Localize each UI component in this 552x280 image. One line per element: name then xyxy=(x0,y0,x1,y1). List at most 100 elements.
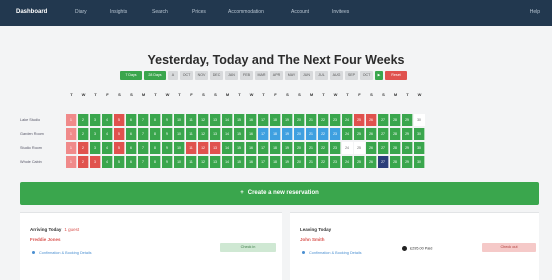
calendar-cell[interactable]: 12 xyxy=(198,142,209,154)
calendar-cell[interactable]: 27 xyxy=(378,128,389,140)
calendar-cell[interactable]: 10 xyxy=(174,142,185,154)
calendar-cell[interactable]: 15 xyxy=(234,114,245,126)
calendar-cell[interactable]: 8 xyxy=(150,156,161,168)
calendar-cell[interactable]: 9 xyxy=(162,114,173,126)
calendar-cell[interactable]: 24 xyxy=(342,114,353,126)
calendar-cell[interactable]: 3 xyxy=(90,114,101,126)
period-chip[interactable]: JAN xyxy=(225,71,238,80)
calendar-cell[interactable]: 2 xyxy=(78,156,89,168)
calendar-cell[interactable]: 13 xyxy=(210,114,221,126)
calendar-cell[interactable]: 9 xyxy=(162,128,173,140)
calendar-cell[interactable]: 29 xyxy=(402,114,413,126)
period-chip[interactable]: APR xyxy=(270,71,283,80)
calendar-cell[interactable]: 20 xyxy=(294,142,305,154)
calendar-cell[interactable]: 26 xyxy=(366,114,377,126)
calendar-cell[interactable]: 6 xyxy=(126,142,137,154)
calendar-cell[interactable]: 5 xyxy=(114,142,125,154)
period-chip[interactable]: FEB xyxy=(240,71,253,80)
calendar-cell[interactable]: 21 xyxy=(306,114,317,126)
calendar-cell[interactable]: 7 xyxy=(138,142,149,154)
calendar-cell[interactable]: 5 xyxy=(114,156,125,168)
calendar-cell[interactable]: 21 xyxy=(306,128,317,140)
calendar-cell[interactable]: 22 xyxy=(318,142,329,154)
calendar-cell[interactable]: 29 xyxy=(402,128,413,140)
calendar-cell[interactable]: 14 xyxy=(222,114,233,126)
period-chip[interactable]: 28 Days xyxy=(144,71,166,80)
calendar-cell[interactable]: 1 xyxy=(66,156,77,168)
calendar-cell[interactable]: 8 xyxy=(150,142,161,154)
calendar-cell[interactable]: 23 xyxy=(330,128,341,140)
calendar-cell[interactable]: 5 xyxy=(114,114,125,126)
period-chip[interactable]: DEC xyxy=(210,71,223,80)
calendar-cell[interactable]: 22 xyxy=(318,128,329,140)
calendar-cell[interactable]: 12 xyxy=(198,128,209,140)
calendar-cell[interactable]: 30 xyxy=(414,114,425,126)
calendar-cell[interactable]: 15 xyxy=(234,142,245,154)
calendar-cell[interactable]: 15 xyxy=(234,128,245,140)
calendar-cell[interactable]: 5 xyxy=(114,128,125,140)
check-out-button[interactable]: Check out xyxy=(482,243,536,252)
calendar-cell[interactable]: 10 xyxy=(174,128,185,140)
calendar-cell[interactable]: 17 xyxy=(258,128,269,140)
check-in-button[interactable]: Check in xyxy=(220,243,276,252)
period-chip[interactable]: A xyxy=(168,71,178,80)
calendar-cell[interactable]: 20 xyxy=(294,128,305,140)
calendar-cell[interactable]: 3 xyxy=(90,156,101,168)
calendar-cell[interactable]: 14 xyxy=(222,142,233,154)
calendar-cell[interactable]: 8 xyxy=(150,114,161,126)
calendar-cell[interactable]: 4 xyxy=(102,156,113,168)
nav-help[interactable]: Help xyxy=(530,9,540,15)
calendar-cell[interactable]: 10 xyxy=(174,114,185,126)
calendar-cell[interactable]: 13 xyxy=(210,128,221,140)
calendar-cell[interactable]: 24 xyxy=(342,128,353,140)
nav-item-account[interactable]: Account xyxy=(291,9,309,15)
leaving-details-link[interactable]: Confirmation & Booking Details xyxy=(302,251,362,255)
calendar-cell[interactable]: 12 xyxy=(198,114,209,126)
calendar-cell[interactable]: 1 xyxy=(66,114,77,126)
calendar-cell[interactable]: 22 xyxy=(318,114,329,126)
period-chip[interactable]: NOV xyxy=(195,71,208,80)
calendar-cell[interactable]: 13 xyxy=(210,142,221,154)
calendar-cell[interactable]: 11 xyxy=(186,128,197,140)
calendar-cell[interactable]: 29 xyxy=(402,142,413,154)
calendar-cell[interactable]: 17 xyxy=(258,156,269,168)
calendar-cell[interactable]: 28 xyxy=(390,128,401,140)
calendar-cell[interactable]: 25 xyxy=(354,156,365,168)
calendar-cell[interactable]: 27 xyxy=(378,142,389,154)
calendar-cell[interactable]: 4 xyxy=(102,114,113,126)
create-reservation-button[interactable]: + Create a new reservation xyxy=(20,182,539,205)
calendar-cell[interactable]: 2 xyxy=(78,128,89,140)
calendar-cell[interactable]: 12 xyxy=(198,156,209,168)
calendar-cell[interactable]: 1 xyxy=(66,128,77,140)
calendar-cell[interactable]: 20 xyxy=(294,114,305,126)
calendar-cell[interactable]: 26 xyxy=(366,142,377,154)
calendar-cell[interactable]: 23 xyxy=(330,114,341,126)
arriving-guest-name[interactable]: Freddie Jones xyxy=(30,237,61,242)
calendar-cell[interactable]: 29 xyxy=(402,156,413,168)
period-chip[interactable]: SEP xyxy=(345,71,358,80)
calendar-cell[interactable]: 2 xyxy=(78,114,89,126)
calendar-cell[interactable]: 18 xyxy=(270,156,281,168)
calendar-cell[interactable]: 26 xyxy=(366,156,377,168)
calendar-cell[interactable]: 25 xyxy=(354,128,365,140)
calendar-cell[interactable]: 25 xyxy=(354,114,365,126)
calendar-cell[interactable]: 14 xyxy=(222,128,233,140)
period-chip[interactable]: AUG xyxy=(330,71,343,80)
calendar-cell[interactable]: 19 xyxy=(282,156,293,168)
period-chip[interactable]: OCT xyxy=(180,71,193,80)
calendar-cell[interactable]: 23 xyxy=(330,156,341,168)
nav-item-invitees[interactable]: Invitees xyxy=(332,9,349,15)
calendar-cell[interactable]: 19 xyxy=(282,114,293,126)
nav-item-diary[interactable]: Diary xyxy=(75,9,87,15)
calendar-cell[interactable]: 16 xyxy=(246,128,257,140)
period-chip[interactable]: 7 Days xyxy=(120,71,142,80)
period-chip[interactable]: Reset xyxy=(385,71,407,80)
calendar-cell[interactable]: 17 xyxy=(258,114,269,126)
period-chip[interactable]: MAR xyxy=(255,71,268,80)
calendar-cell[interactable]: 11 xyxy=(186,156,197,168)
period-chip[interactable]: OCT xyxy=(360,71,373,80)
calendar-cell[interactable]: 24 xyxy=(342,156,353,168)
calendar-cell[interactable]: 19 xyxy=(282,142,293,154)
calendar-cell[interactable]: 3 xyxy=(90,142,101,154)
calendar-cell[interactable]: 14 xyxy=(222,156,233,168)
